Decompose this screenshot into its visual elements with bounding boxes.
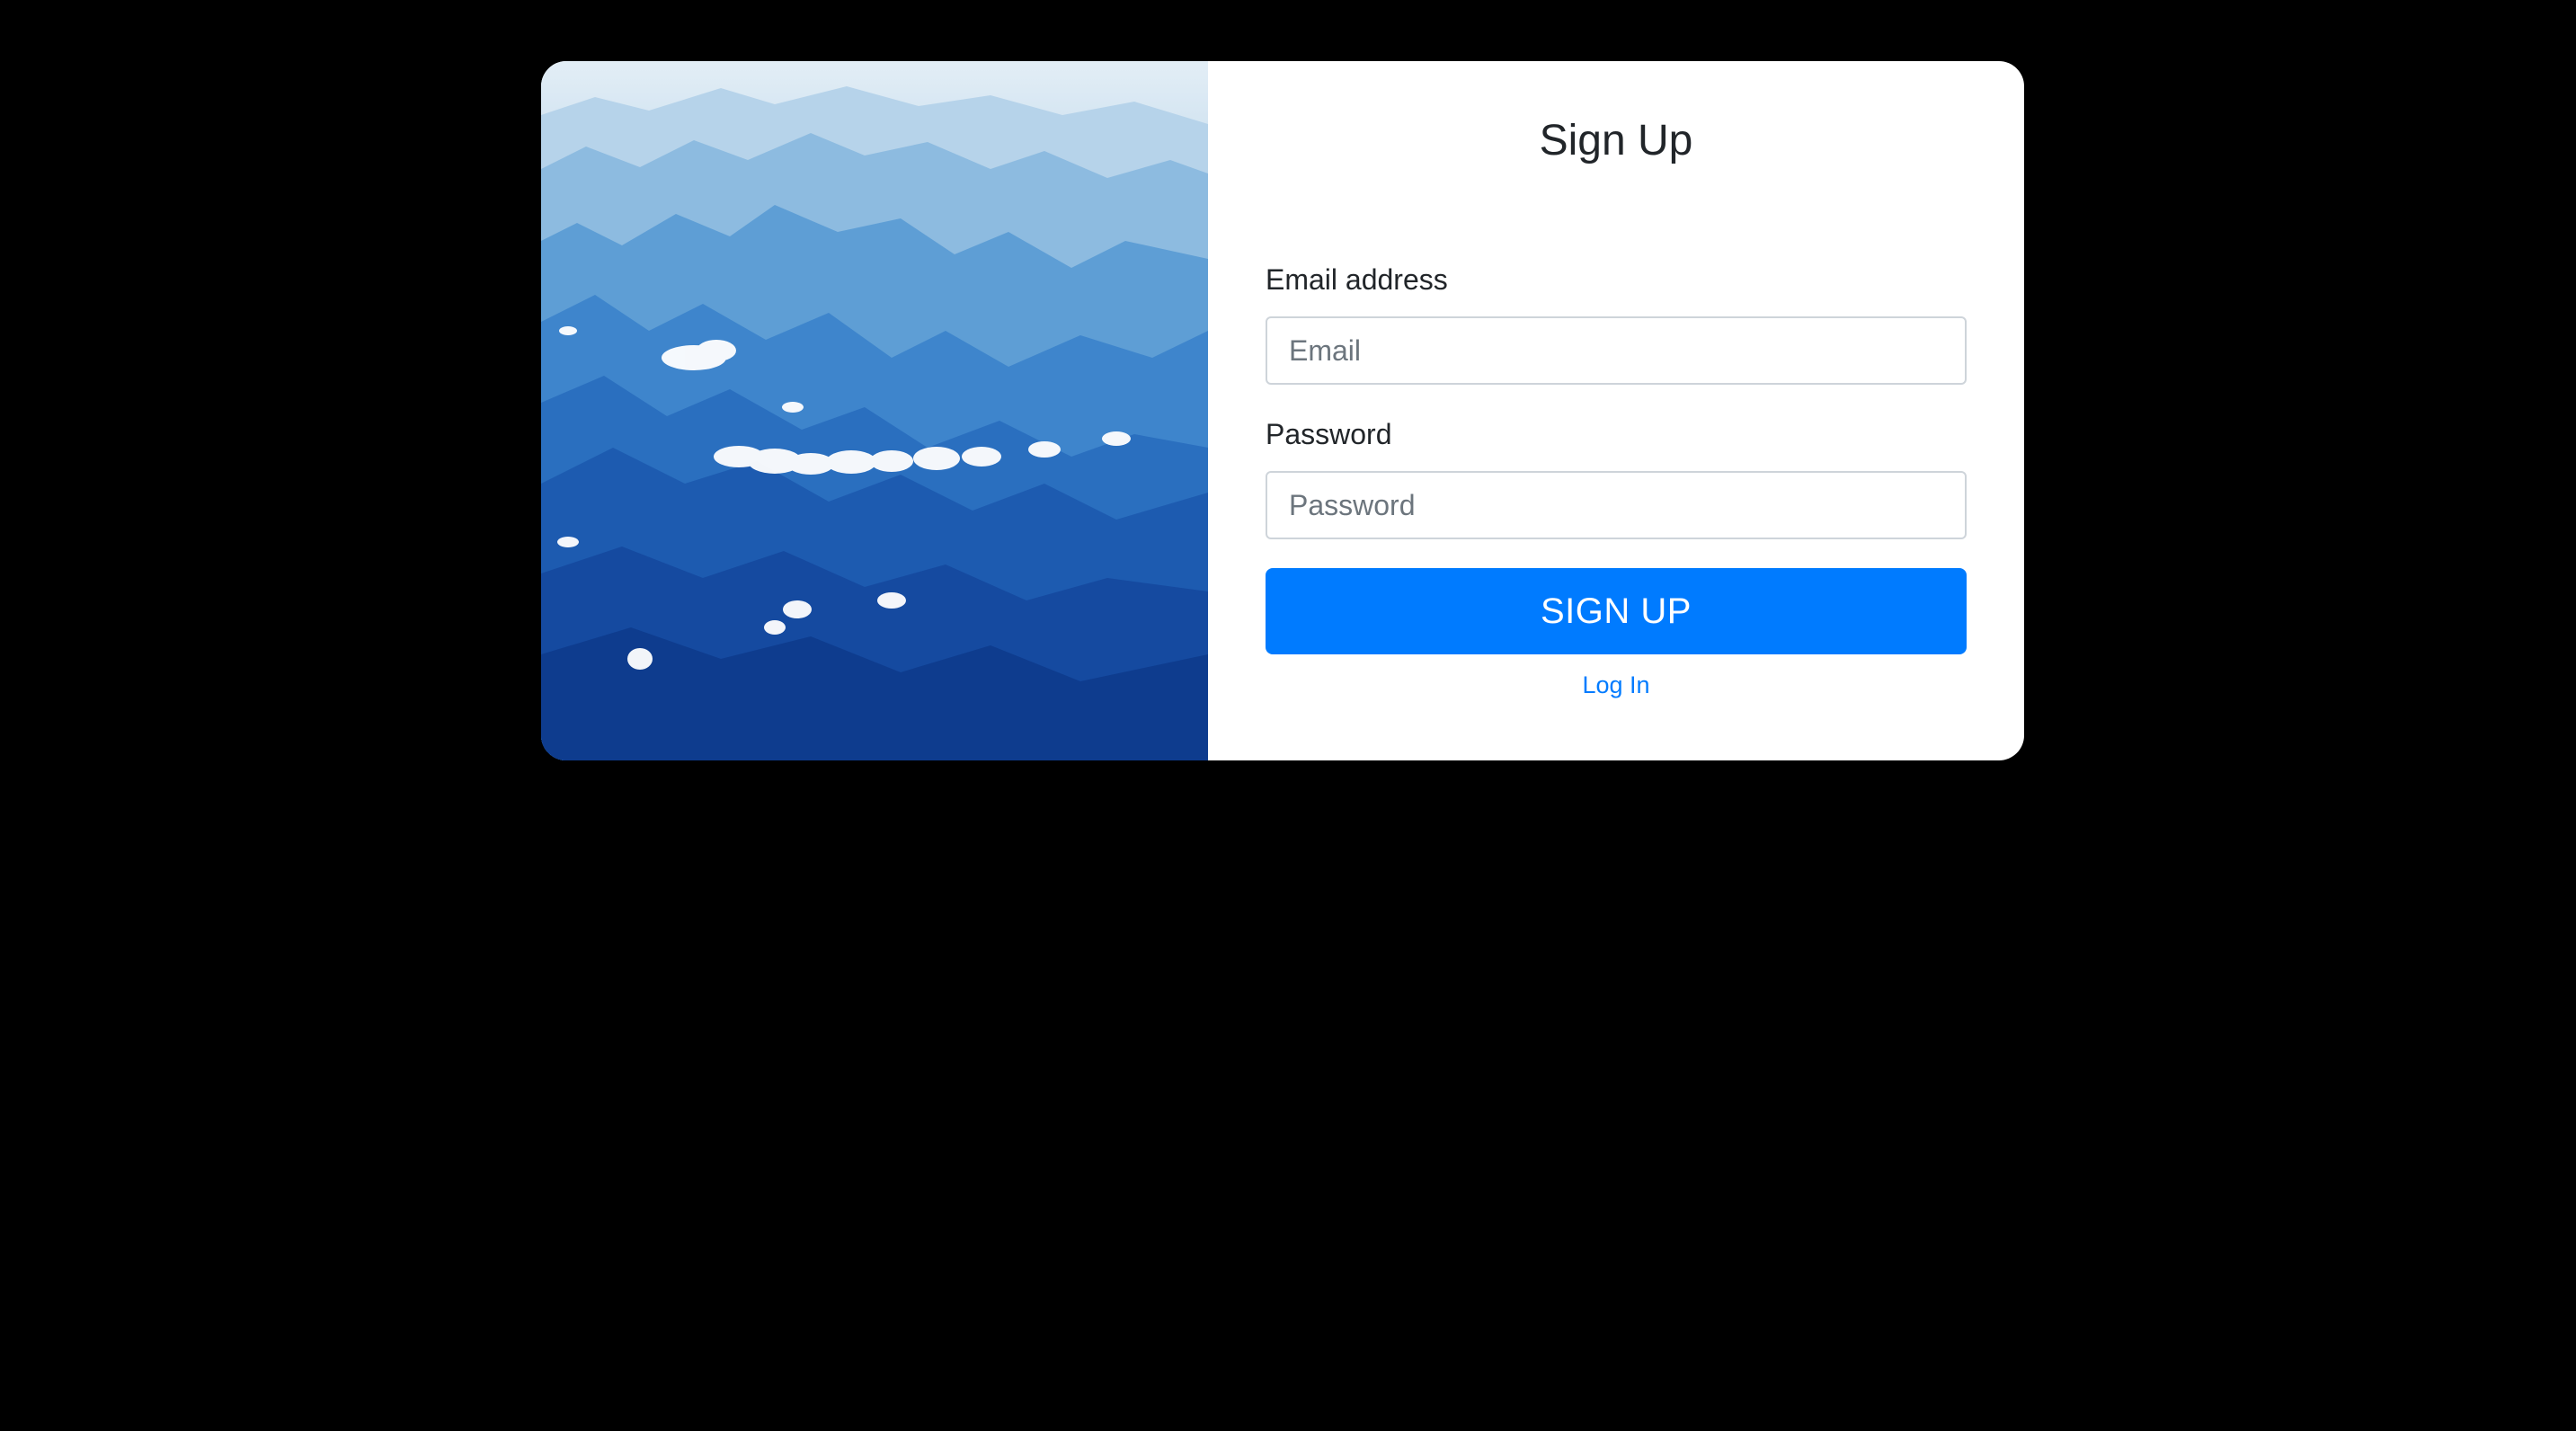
password-input[interactable]	[1266, 471, 1967, 539]
signup-form: Sign Up Email address Password SIGN UP L…	[1208, 61, 2024, 760]
mountain-landscape-illustration	[541, 61, 1208, 760]
page-title: Sign Up	[1539, 117, 1693, 164]
log-in-link[interactable]: Log In	[1208, 671, 2024, 699]
email-input[interactable]	[1266, 316, 1967, 385]
sign-up-button[interactable]: SIGN UP	[1266, 568, 1967, 654]
password-label: Password	[1266, 418, 1392, 450]
mountain-landscape-image	[541, 61, 1208, 760]
signup-card: Sign Up Email address Password SIGN UP L…	[541, 61, 2024, 760]
email-label: Email address	[1266, 263, 1448, 296]
